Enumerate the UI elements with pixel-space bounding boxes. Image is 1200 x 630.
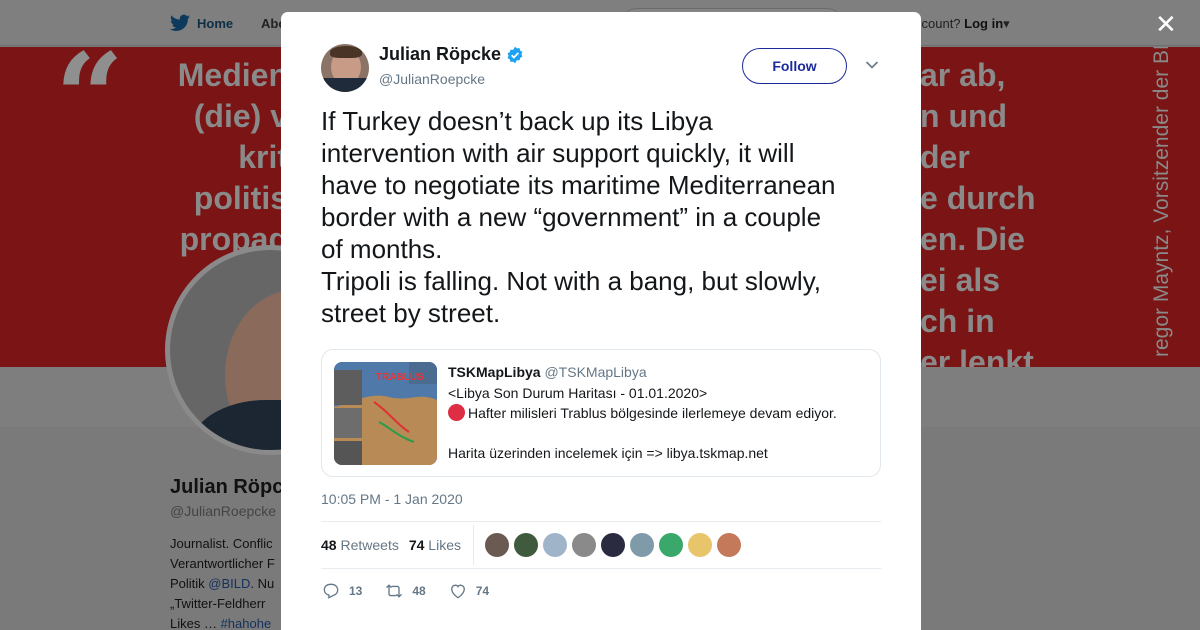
- banner-text-line: er lenkt: [920, 344, 1034, 367]
- chevron-down-icon[interactable]: [865, 60, 879, 70]
- avatar-hair: [330, 46, 362, 58]
- retweet-icon: [386, 584, 403, 598]
- tweet-text-line: of months.: [321, 234, 443, 264]
- author-avatar[interactable]: [321, 44, 369, 92]
- banner-text-line: ei als: [920, 262, 1001, 298]
- bio-line: Journalist. Conflic: [170, 536, 273, 551]
- quoted-line-1: <Libya Son Durum Haritası - 01.01.2020>: [448, 385, 708, 401]
- divider: [321, 521, 881, 522]
- nav-home[interactable]: Home: [170, 14, 233, 32]
- quoted-tweet-card[interactable]: TRABLUS TSKMapLibya @TSKMapLibya <Libya …: [321, 349, 881, 477]
- likes-stat[interactable]: 74 Likes: [409, 537, 461, 553]
- bio-hashtag-link[interactable]: #hahohe: [221, 616, 272, 630]
- liker-avatar[interactable]: [659, 533, 683, 557]
- bio-line: Likes … #hahohe: [170, 614, 280, 630]
- map-thumbnail[interactable]: TRABLUS: [334, 362, 437, 465]
- quote-mark-left-icon: “: [55, 47, 125, 168]
- profile-name: Julian Röpc: [170, 476, 284, 498]
- like-button[interactable]: 74: [448, 581, 489, 601]
- quoted-author-name[interactable]: TSKMapLibya: [448, 364, 541, 380]
- tweet-text-line: have to negotiate its maritime Mediterra…: [321, 170, 836, 200]
- banner-text-line: e durch: [920, 180, 1036, 216]
- tweet-text-line: Tripoli is falling. Not with a bang, but…: [321, 266, 821, 296]
- bio-line: Politik @BILD. Nu: [170, 574, 280, 594]
- liker-avatar[interactable]: [485, 533, 509, 557]
- caret-down-icon: ▾: [1003, 16, 1010, 31]
- tweet-stats: 48 Retweets 74 Likes: [321, 537, 461, 553]
- follow-button[interactable]: Follow: [742, 48, 847, 84]
- banner-text-line: Medien: [177, 57, 288, 93]
- liker-avatar[interactable]: [601, 533, 625, 557]
- verified-badge-icon: [507, 46, 523, 63]
- likes-label: Likes: [428, 537, 461, 553]
- banner-side-text: regor Mayntz, Vorsitzender der BPK: [1150, 47, 1173, 357]
- twitter-bird-icon: [170, 14, 190, 31]
- tweet-text-line: border with a new “government” in a coup…: [321, 202, 822, 232]
- banner-text-line: der: [920, 139, 970, 175]
- bio-line: Verantwortlicher F: [170, 556, 275, 571]
- bio-link-bild[interactable]: @BILD: [208, 576, 250, 591]
- author-name-text: Julian Röpcke: [379, 44, 502, 64]
- nav-home-label: Home: [197, 15, 234, 31]
- reply-count: 13: [349, 584, 363, 598]
- quoted-author-handle[interactable]: @TSKMapLibya: [544, 364, 646, 380]
- quote-mark-right-icon: „: [1080, 287, 1150, 367]
- profile-handle: @JulianRoepcke: [170, 503, 277, 519]
- bio-text: Likes …: [170, 616, 221, 630]
- tweet-text-line: street by street.: [321, 298, 501, 328]
- banner-text-line: krit: [238, 139, 288, 175]
- banner-text-line: (die) v: [193, 98, 288, 134]
- liker-avatar[interactable]: [688, 533, 712, 557]
- bio-text: Politik: [170, 576, 209, 591]
- quoted-line-2: Hafter milisleri Trablus bölgesinde iler…: [448, 404, 837, 421]
- banner-text-line: en. Die: [920, 221, 1025, 257]
- author-name[interactable]: Julian Röpcke: [379, 44, 524, 65]
- liker-avatars: [485, 533, 741, 557]
- tweet-modal: Julian Röpcke @JulianRoepcke Follow If T…: [281, 12, 921, 630]
- bio-text: . Nu: [250, 576, 275, 591]
- tweet-timestamp[interactable]: 10:05 PM - 1 Jan 2020: [321, 491, 463, 507]
- retweet-count: 48: [412, 584, 426, 598]
- heart-icon: [450, 584, 465, 599]
- reply-button[interactable]: 13: [321, 581, 362, 601]
- bio-line: „Twitter-Feldherr: [170, 596, 266, 611]
- tweet-text: If Turkey doesn’t back up its Libya inte…: [321, 105, 891, 329]
- login-link[interactable]: Log in: [964, 16, 1003, 31]
- liker-avatar[interactable]: [543, 533, 567, 557]
- map-label: TRABLUS: [376, 372, 424, 383]
- stats-separator: [473, 525, 474, 565]
- like-count: 74: [475, 584, 490, 598]
- account-prompt: ccount? Log in▾: [915, 16, 1010, 32]
- reply-icon: [323, 583, 339, 599]
- tweet-text-line: intervention with air support quickly, i…: [321, 138, 795, 168]
- retweets-label: Retweets: [340, 537, 399, 553]
- account-prompt-text: ccount?: [915, 16, 961, 31]
- author-handle[interactable]: @JulianRoepcke: [379, 71, 485, 87]
- retweets-count: 48: [321, 537, 337, 553]
- banner-text-line: politis: [193, 180, 288, 216]
- divider: [321, 568, 881, 569]
- likes-count: 74: [408, 537, 425, 553]
- quoted-tweet-header: TSKMapLibya @TSKMapLibya: [448, 364, 647, 380]
- liker-avatar[interactable]: [572, 533, 596, 557]
- profile-bio: Journalist. Conflic Verantwortlicher F P…: [170, 534, 280, 630]
- banner-text-line: ar ab,: [920, 57, 1006, 93]
- banner-text-line: n und: [920, 98, 1008, 134]
- tweet-text-line: If Turkey doesn’t back up its Libya: [321, 106, 713, 136]
- liker-avatar[interactable]: [630, 533, 654, 557]
- liker-avatar[interactable]: [717, 533, 741, 557]
- close-icon[interactable]: ✕: [1155, 11, 1177, 37]
- quoted-line-3: Harita üzerinden incelemek için => libya…: [448, 445, 768, 461]
- map-image: TRABLUS: [334, 362, 437, 465]
- red-circle-icon: [448, 404, 465, 421]
- retweets-stat[interactable]: 48 Retweets: [321, 537, 399, 553]
- banner-text-line: ch in: [920, 303, 995, 339]
- liker-avatar[interactable]: [514, 533, 538, 557]
- avatar-suit: [321, 78, 369, 92]
- banner-text-right: ar ab, n und der e durch en. Die ei als ch in e…: [920, 55, 1070, 367]
- quoted-line-2-text: Hafter milisleri Trablus bölgesinde iler…: [468, 404, 837, 421]
- retweet-button[interactable]: 48: [384, 581, 426, 601]
- tweet-actions: 13 48 74: [321, 581, 511, 601]
